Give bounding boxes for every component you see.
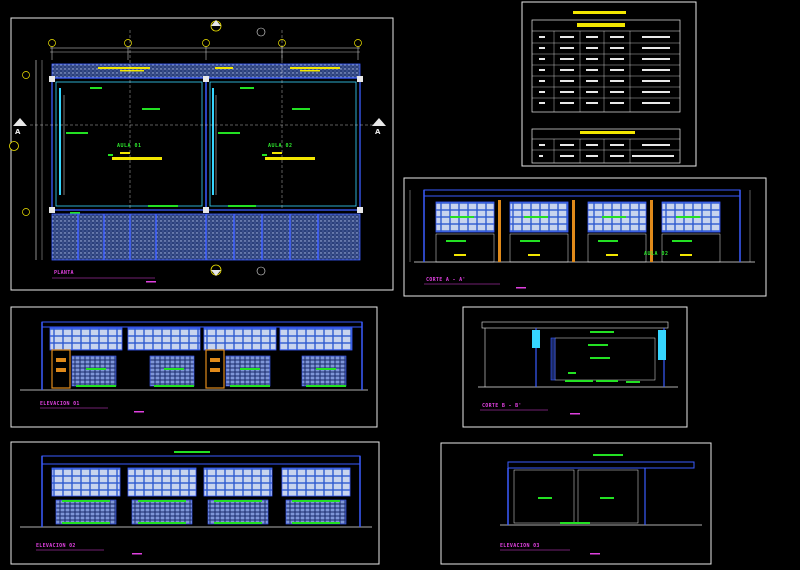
- room-label-1: AULA 01: [117, 143, 142, 149]
- axis-bubble-icon: [48, 39, 362, 47]
- section-room-label: AULA 02: [644, 251, 669, 257]
- plan-sheet: [9, 17, 394, 291]
- section-bay: [661, 201, 721, 263]
- section-bb-title: CORTE B - B': [482, 403, 522, 409]
- section-bb-sheet: [462, 306, 688, 428]
- section-arrow-icon: [9, 118, 386, 151]
- elevation-bay: [127, 467, 197, 525]
- elevation-bay: [203, 467, 273, 525]
- elevation-01-sheet: [10, 306, 378, 428]
- elevation-bay: [203, 327, 277, 389]
- elevation-01-title: ELEVACION 01: [40, 401, 80, 407]
- elevation-bay: [281, 467, 351, 525]
- axis-bubble-icon: [22, 71, 30, 216]
- elevation-03-sheet: [440, 442, 712, 565]
- section-mark-right: A: [375, 128, 381, 136]
- section-mark-left: A: [15, 128, 21, 136]
- elevation-bay: [279, 327, 353, 387]
- schedule-table-sheet: [521, 1, 697, 167]
- room-label-2: AULA 02: [268, 143, 293, 149]
- section-aa-title: CORTE A - A': [426, 277, 466, 283]
- elevation-bay: [51, 467, 121, 525]
- plan-title: PLANTA: [54, 270, 74, 276]
- cad-drawing-canvas: [9, 1, 767, 565]
- elevation-02-title: ELEVACION 02: [36, 543, 76, 549]
- section-bay: [435, 200, 501, 263]
- elevation-03-title: ELEVACION 03: [500, 543, 540, 549]
- elevation-bay: [49, 327, 123, 389]
- section-bay: [509, 200, 575, 263]
- elevation-bay: [127, 327, 201, 387]
